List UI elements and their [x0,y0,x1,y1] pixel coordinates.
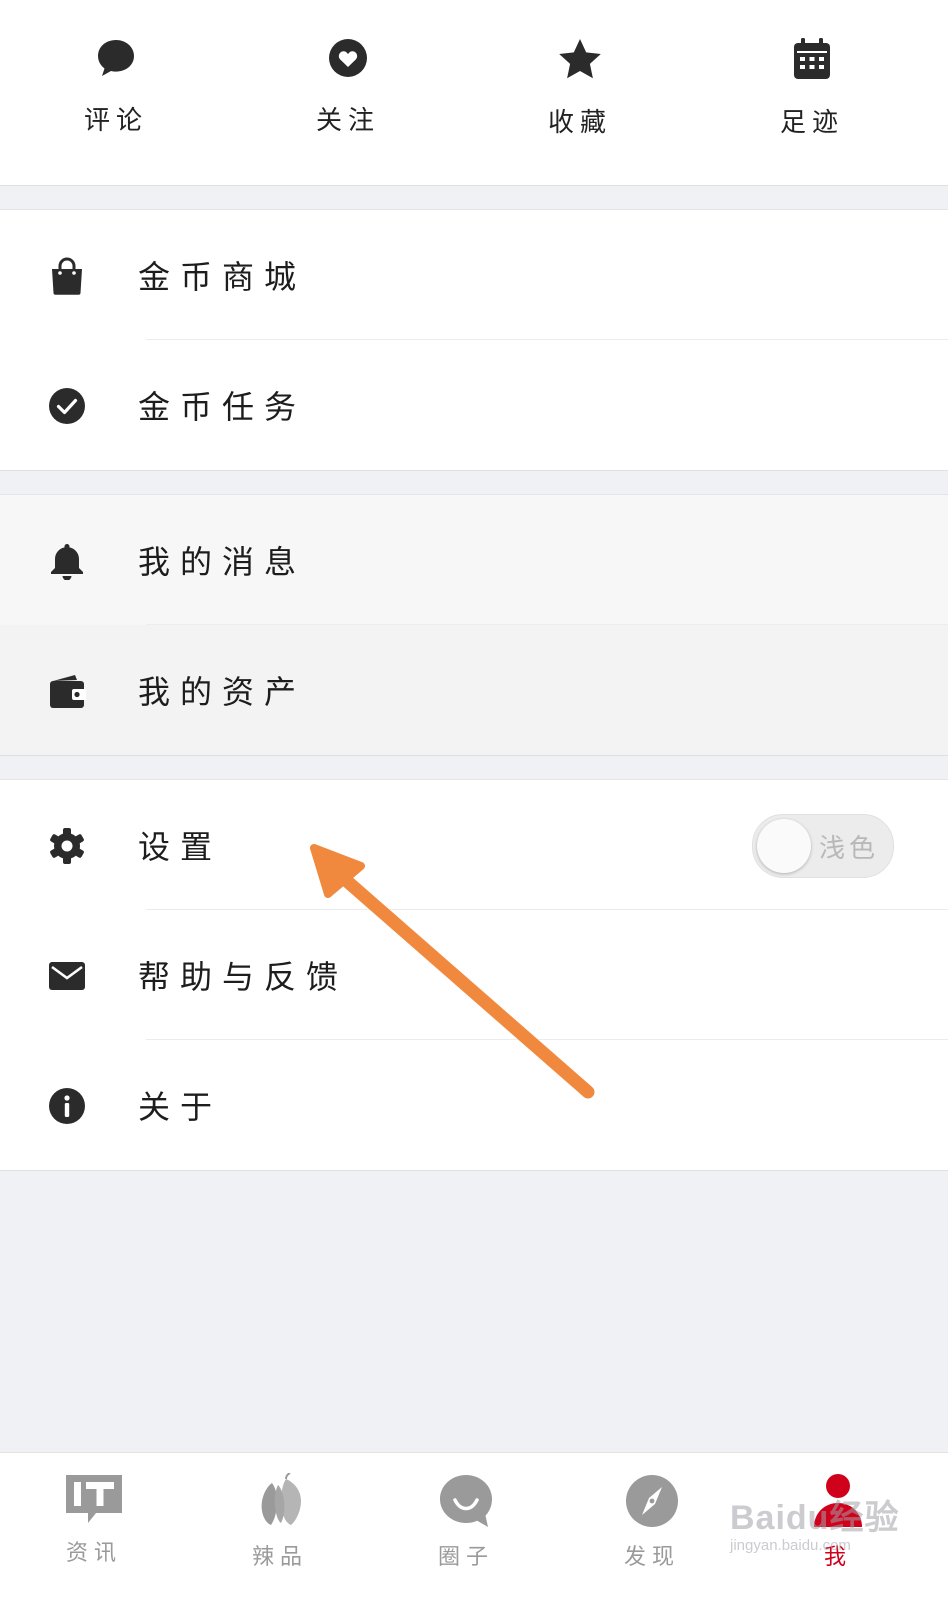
it-news-icon [66,1475,122,1523]
menu-item-label: 我的消息 [138,543,307,581]
info-icon [49,1088,85,1124]
bell-icon [51,544,83,580]
watermark-site: jingyan.baidu.com [730,1537,851,1554]
tab-label: 辣品 [251,1545,308,1570]
shopping-bag-icon [52,257,82,295]
quick-action-label: 收藏 [547,108,612,138]
tab-circles[interactable]: 圈子 [401,1473,531,1571]
theme-toggle[interactable]: 浅色 [752,814,894,878]
chat-smile-icon [440,1475,492,1527]
settings-section: 设置 浅色 帮助与反馈 关于 [0,779,948,1171]
tab-label: 资讯 [65,1541,122,1566]
menu-item-label: 关于 [138,1088,223,1126]
toggle-knob [757,819,811,873]
menu-item-my-messages[interactable]: 我的消息 [0,495,948,625]
menu-item-my-assets[interactable]: 我的资产 [0,625,948,755]
heart-icon [329,39,367,77]
theme-toggle-label: 浅色 [819,834,880,864]
gear-icon [50,828,84,864]
quick-action-label: 足迹 [779,108,844,138]
menu-item-coin-mall[interactable]: 金币商城 [0,210,948,340]
quick-action-history[interactable]: 足迹 [752,38,872,139]
quick-action-label: 评论 [83,106,148,136]
menu-item-label: 金币商城 [138,258,307,296]
tab-label: 发现 [623,1545,680,1570]
menu-item-about[interactable]: 关于 [0,1040,948,1170]
comment-icon [98,40,134,76]
mail-icon [49,962,85,990]
wallet-icon [50,675,86,708]
menu-item-help-feedback[interactable]: 帮助与反馈 [0,910,948,1040]
menu-item-label: 金币任务 [138,388,307,426]
baidu-jingyan-watermark: Baidu经验 jingyan.baidu.com [730,1490,900,1570]
menu-item-label: 帮助与反馈 [138,958,349,996]
menu-item-settings[interactable]: 设置 浅色 [0,780,948,910]
tab-news[interactable]: 资讯 [29,1473,159,1567]
tab-label: 圈子 [437,1545,494,1570]
quick-action-comment[interactable]: 评论 [56,38,176,137]
calendar-icon [794,38,830,79]
personal-section: 我的消息 我的资产 [0,494,948,756]
star-icon [559,39,601,79]
menu-item-coin-tasks[interactable]: 金币任务 [0,340,948,470]
quick-action-label: 关注 [315,106,380,136]
quick-actions-row: 评论 关注 收藏 足迹 [0,0,948,186]
pepper-icon [261,1473,301,1525]
menu-item-label: 我的资产 [138,673,307,711]
menu-item-label: 设置 [138,828,223,866]
watermark-brand: Baidu经验 [730,1499,900,1537]
coins-section: 金币商城 金币任务 [0,209,948,471]
tab-discover[interactable]: 发现 [587,1473,717,1571]
tab-deals[interactable]: 辣品 [215,1473,345,1571]
quick-action-follow[interactable]: 关注 [288,38,408,137]
check-circle-icon [49,388,85,424]
quick-action-favorites[interactable]: 收藏 [520,38,640,139]
compass-icon [626,1475,678,1527]
